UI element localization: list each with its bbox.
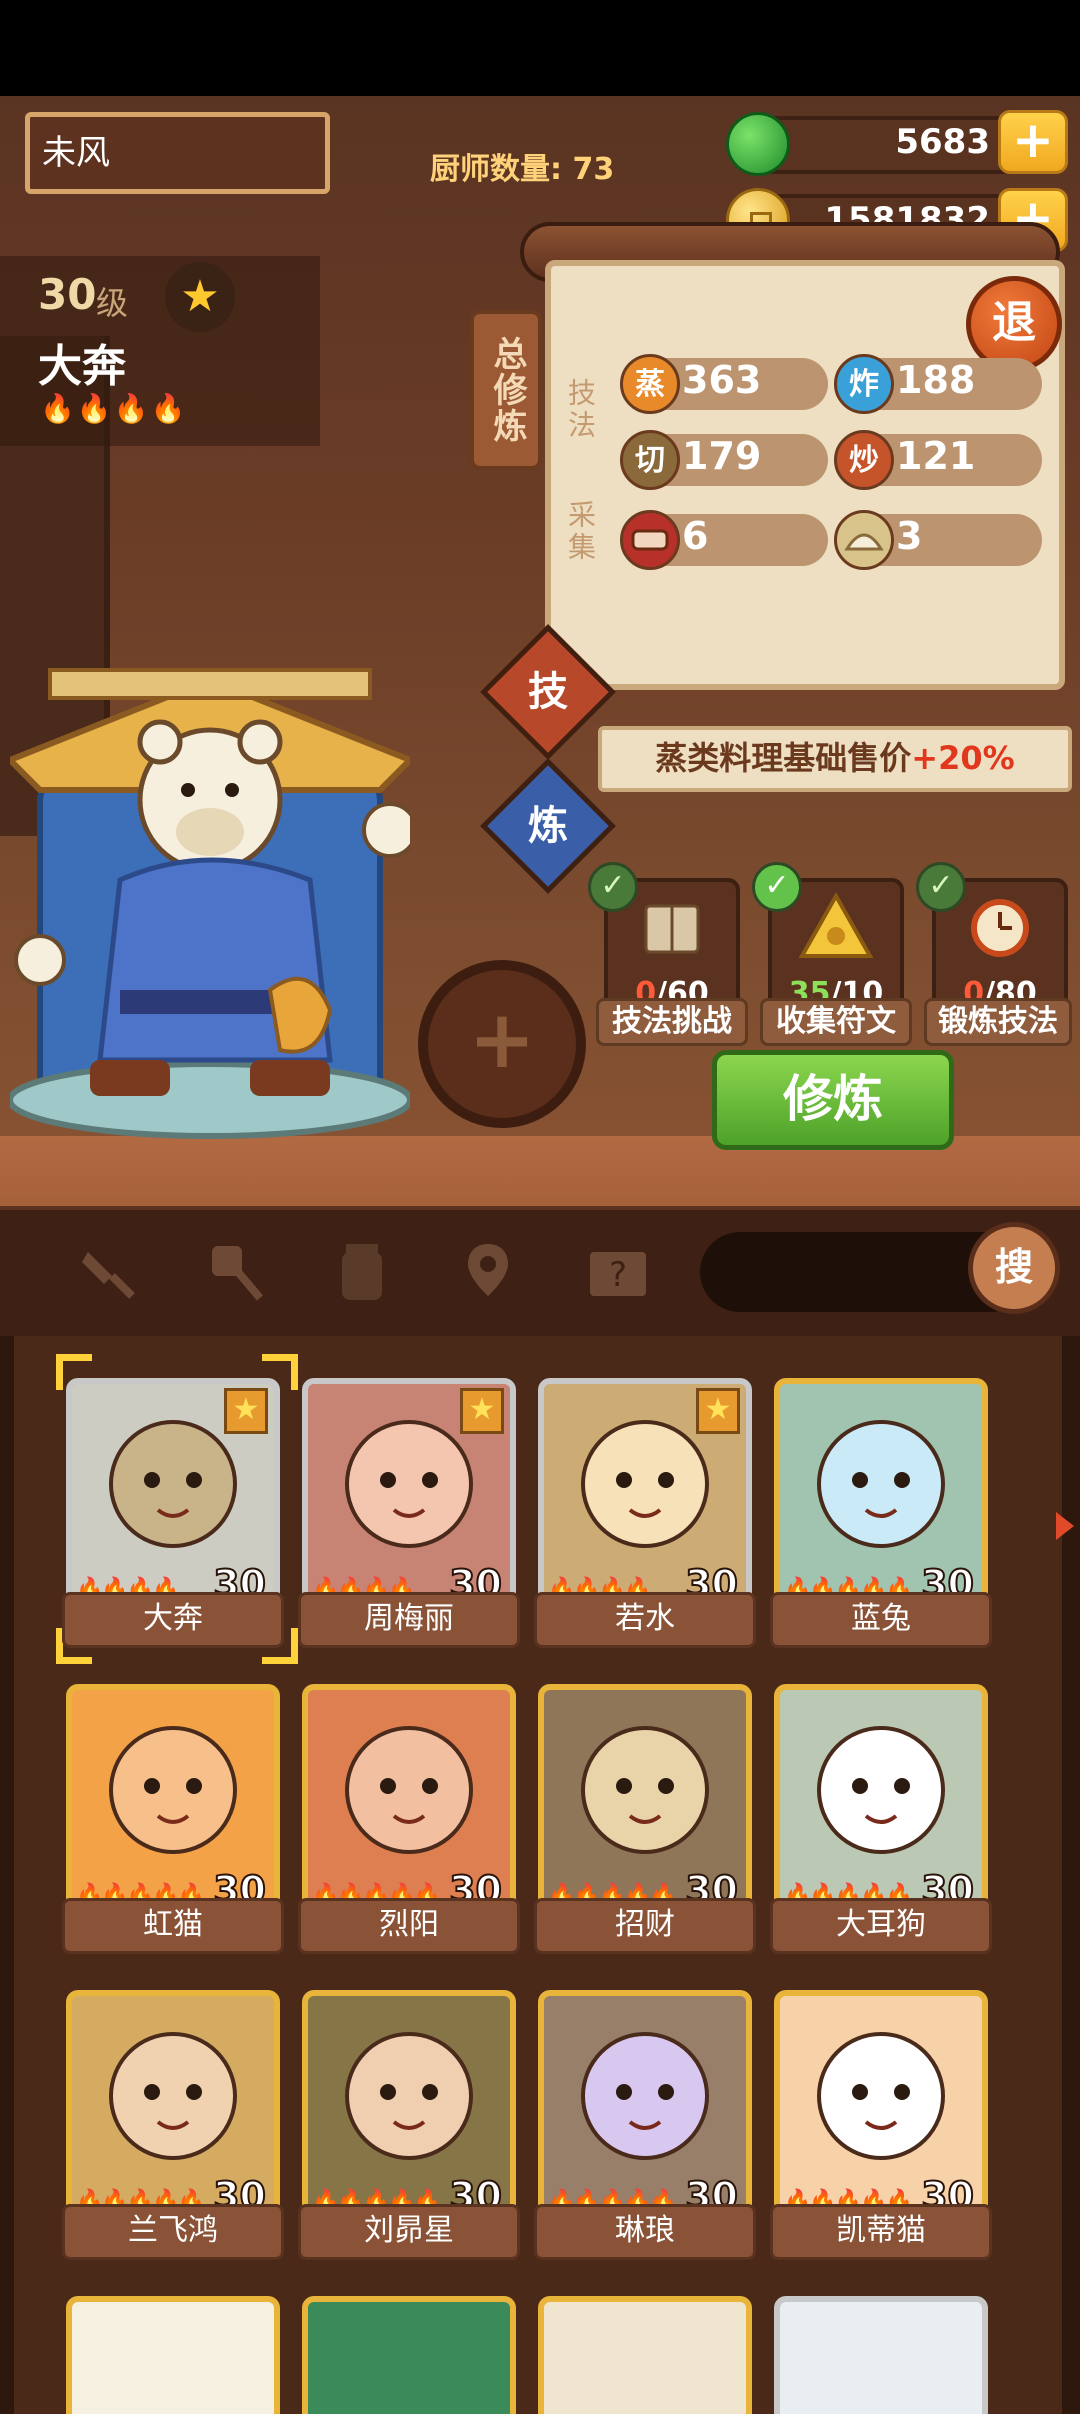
chef-card[interactable]: 🔥🔥🔥🔥🔥 30 [538,1684,752,1914]
chef-name-plate[interactable]: 虹猫 [62,1898,284,1954]
chef-name-plate[interactable]: 大奔 [62,1592,284,1648]
bonus-value: +20% [911,739,1015,777]
chef-name-plate[interactable]: 刘昴星 [298,2204,520,2260]
chef-name: 大奔 [38,341,126,392]
cut-icon: 切 [620,430,680,490]
add-jade-button[interactable]: + [998,110,1068,174]
stirfry-icon: 炒 [834,430,894,490]
chef-name-plate[interactable]: 大耳狗 [770,1898,992,1954]
cut-value: 179 [682,434,762,478]
search-button[interactable]: 搜 [968,1222,1060,1314]
chef-card[interactable]: 🔥🔥🔥🔥🔥 30 [66,1684,280,1914]
chef-name-plate[interactable]: 若水 [534,1592,756,1648]
steam-value: 363 [682,358,762,402]
fry-value: 188 [896,358,976,402]
chef-card[interactable]: 🔥🔥🔥🔥🔥 30 [66,1990,280,2220]
chef-card[interactable]: ★ 🔥🔥🔥🔥 30 [302,1378,516,1608]
mystery-map-icon[interactable]: ? [578,1232,658,1312]
chef-card[interactable]: 🔥🔥🔥🔥🔥 30 [774,1378,988,1608]
player-name-box[interactable]: 未风 [25,112,330,194]
chef-card[interactable]: 🔥🔥🔥🔥🔥 30 [302,1990,516,2220]
chef-card-partial[interactable] [302,2296,516,2414]
chef-card-partial[interactable] [538,2296,752,2414]
task-label-skill-challenge[interactable]: 技法挑战 [596,998,748,1046]
chef-name-plate[interactable]: 烈阳 [298,1898,520,1954]
chef-card[interactable]: 🔥🔥🔥🔥🔥 30 [302,1684,516,1914]
chef-card-partial[interactable] [66,2296,280,2414]
check-icon: ✓ [588,862,638,912]
chef-flames: 🔥🔥🔥🔥 [40,392,188,425]
chef-card-partial[interactable] [774,2296,988,2414]
expand-arrow-icon[interactable] [1056,1512,1074,1540]
task-label-collect-runes[interactable]: 收集符文 [760,998,912,1046]
total-training-tag: 总修炼 [470,310,542,470]
chef-card[interactable]: ★ 🔥🔥🔥🔥 30 [538,1378,752,1608]
refine-mode-label: 炼 [528,803,568,849]
check-icon: ✓ [752,862,802,912]
bun-value: 3 [896,514,923,558]
chef-name-plate[interactable]: 琳琅 [534,2204,756,2260]
stirfry-value: 121 [896,434,976,478]
chef-name-plate[interactable]: 蓝兔 [770,1592,992,1648]
skill-mode-label: 技 [528,669,568,715]
bonus-banner: 蒸类料理基础售价+20% [598,726,1072,792]
fry-icon: 炸 [834,354,894,414]
jar-icon[interactable] [322,1232,402,1312]
chef-card[interactable]: 🔥🔥🔥🔥🔥 30 [538,1990,752,2220]
chef-card[interactable]: 🔥🔥🔥🔥🔥 30 [774,1684,988,1914]
favorite-star-icon[interactable]: ★ [224,1388,268,1434]
chef-name-plate[interactable]: 周梅丽 [298,1592,520,1648]
jade-value: 5683 [895,122,990,162]
favorite-star-icon[interactable]: ★ [460,1388,504,1434]
bun-icon [834,510,894,570]
meat-value: 6 [682,514,709,558]
location-pin-icon[interactable] [448,1232,528,1312]
chef-card[interactable]: ★ 🔥🔥🔥🔥 30 [66,1378,280,1608]
check-icon: ✓ [916,862,966,912]
svg-text:?: ? [609,1255,627,1295]
favorite-star-icon[interactable]: ★ [696,1388,740,1434]
chef-name-plate[interactable]: 兰飞鸿 [62,2204,284,2260]
spatula-icon[interactable] [196,1232,276,1312]
chef-portrait-illustration [10,668,410,1139]
steam-icon: 蒸 [620,354,680,414]
level-unit: 级 [96,284,129,322]
jade-icon [726,112,790,176]
task-label-train-skills[interactable]: 锻炼技法 [924,998,1072,1046]
add-slot-button[interactable] [418,960,586,1128]
train-button[interactable]: 修炼 [712,1050,954,1150]
chef-count: 厨师数量: 73 [430,152,615,187]
chef-name-plate[interactable]: 凯蒂猫 [770,2204,992,2260]
shovel-icon[interactable] [68,1232,148,1312]
gather-side-label: 采集 [564,500,597,564]
skills-side-label: 技法 [564,378,597,442]
bonus-text: 蒸类料理基础售价 [655,739,912,777]
status-bar [0,0,1080,96]
chef-level: 30 [38,270,97,319]
meat-icon [620,510,680,570]
star-icon[interactable]: ★ [165,262,235,332]
chef-name-plate[interactable]: 招财 [534,1898,756,1954]
chef-card[interactable]: 🔥🔥🔥🔥🔥 30 [774,1990,988,2220]
